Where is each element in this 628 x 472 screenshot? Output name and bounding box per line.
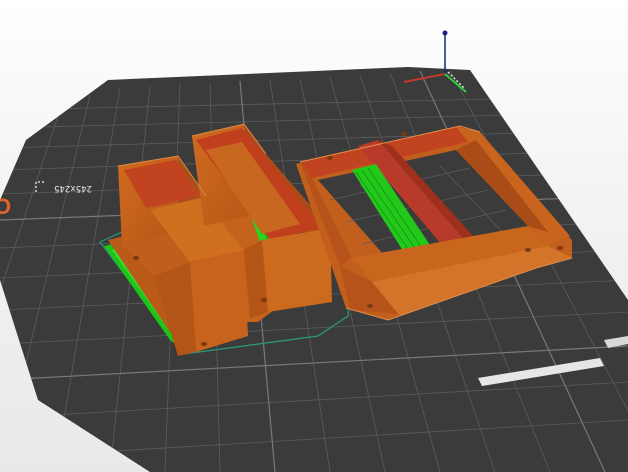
bed-logo: O [0, 194, 11, 219]
3d-viewport[interactable]: 245x245 O [0, 0, 628, 472]
bed-size-label: 245x245 [54, 183, 92, 193]
print-bed-scene: 245x245 O [0, 30, 628, 472]
